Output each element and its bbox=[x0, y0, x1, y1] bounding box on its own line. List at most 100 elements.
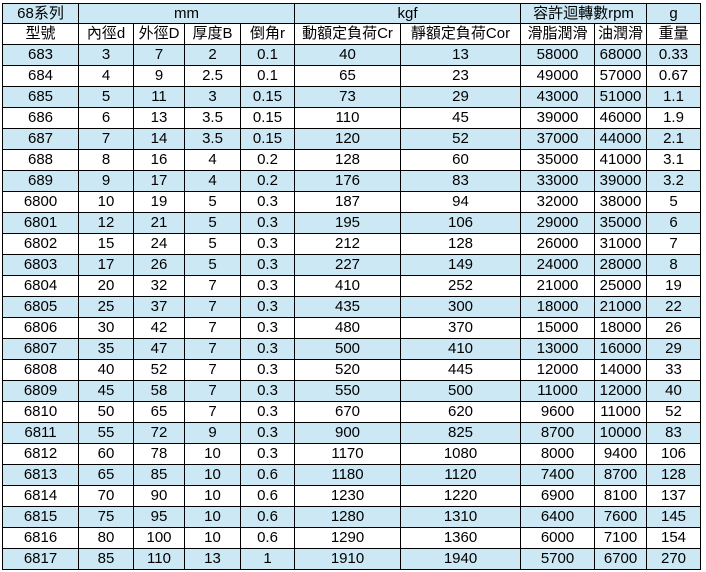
cell-model: 686 bbox=[2, 107, 79, 129]
cell-oil-speed: 31000 bbox=[594, 233, 647, 255]
cell-chamfer: 0.15 bbox=[240, 107, 295, 129]
cell-model: 6807 bbox=[2, 338, 79, 360]
table-row: 6816 80 100 10 0.6 1290 1360 6000 7100 154 bbox=[2, 527, 701, 549]
cell-inner-diameter: 25 bbox=[78, 296, 134, 318]
cell-weight: 5 bbox=[646, 191, 701, 213]
cell-dynamic-load: 110 bbox=[294, 107, 401, 129]
column-header-inner-diameter: 內徑d bbox=[78, 23, 134, 45]
cell-outer-diameter: 95 bbox=[133, 506, 185, 528]
cell-model: 6813 bbox=[2, 464, 79, 486]
cell-grease-speed: 35000 bbox=[520, 149, 595, 171]
cell-grease-speed: 33000 bbox=[520, 170, 595, 192]
cell-model: 6808 bbox=[2, 359, 79, 381]
cell-inner-diameter: 50 bbox=[78, 401, 134, 423]
cell-dynamic-load: 1290 bbox=[294, 527, 401, 549]
cell-outer-diameter: 37 bbox=[133, 296, 185, 318]
cell-static-load: 13 bbox=[400, 44, 521, 66]
table-row: 6802 15 24 5 0.3 212 128 26000 31000 7 bbox=[2, 233, 701, 255]
cell-oil-speed: 46000 bbox=[594, 107, 647, 129]
cell-grease-speed: 12000 bbox=[520, 359, 595, 381]
cell-oil-speed: 8100 bbox=[594, 485, 647, 507]
cell-chamfer: 0.3 bbox=[240, 233, 295, 255]
cell-weight: 52 bbox=[646, 401, 701, 423]
cell-weight: 1.1 bbox=[646, 86, 701, 108]
cell-static-load: 445 bbox=[400, 359, 521, 381]
cell-oil-speed: 11000 bbox=[594, 401, 647, 423]
cell-inner-diameter: 10 bbox=[78, 191, 134, 213]
cell-oil-speed: 44000 bbox=[594, 128, 647, 150]
cell-grease-speed: 37000 bbox=[520, 128, 595, 150]
cell-chamfer: 0.15 bbox=[240, 86, 295, 108]
cell-weight: 0.67 bbox=[646, 65, 701, 87]
cell-dynamic-load: 227 bbox=[294, 254, 401, 276]
cell-chamfer: 0.3 bbox=[240, 275, 295, 297]
cell-thickness: 13 bbox=[184, 548, 241, 570]
cell-weight: 19 bbox=[646, 275, 701, 297]
table-row: 6814 70 90 10 0.6 1230 1220 6900 8100 137 bbox=[2, 485, 701, 507]
cell-grease-speed: 21000 bbox=[520, 275, 595, 297]
cell-weight: 6 bbox=[646, 212, 701, 234]
cell-static-load: 825 bbox=[400, 422, 521, 444]
cell-outer-diameter: 24 bbox=[133, 233, 185, 255]
cell-outer-diameter: 21 bbox=[133, 212, 185, 234]
cell-oil-speed: 18000 bbox=[594, 317, 647, 339]
cell-thickness: 4 bbox=[184, 149, 241, 171]
table-row: 684 4 9 2.5 0.1 65 23 49000 57000 0.67 bbox=[2, 65, 701, 87]
cell-grease-speed: 6400 bbox=[520, 506, 595, 528]
cell-grease-speed: 13000 bbox=[520, 338, 595, 360]
cell-dynamic-load: 670 bbox=[294, 401, 401, 423]
cell-chamfer: 0.3 bbox=[240, 380, 295, 402]
column-header-grease-speed: 滑脂潤滑 bbox=[520, 23, 595, 45]
cell-grease-speed: 9600 bbox=[520, 401, 595, 423]
cell-outer-diameter: 110 bbox=[133, 548, 185, 570]
cell-inner-diameter: 12 bbox=[78, 212, 134, 234]
cell-weight: 7 bbox=[646, 233, 701, 255]
cell-weight: 33 bbox=[646, 359, 701, 381]
cell-dynamic-load: 65 bbox=[294, 65, 401, 87]
cell-thickness: 10 bbox=[184, 485, 241, 507]
cell-outer-diameter: 32 bbox=[133, 275, 185, 297]
cell-inner-diameter: 55 bbox=[78, 422, 134, 444]
cell-chamfer: 0.3 bbox=[240, 443, 295, 465]
cell-grease-speed: 39000 bbox=[520, 107, 595, 129]
cell-dynamic-load: 120 bbox=[294, 128, 401, 150]
cell-outer-diameter: 13 bbox=[133, 107, 185, 129]
cell-grease-speed: 26000 bbox=[520, 233, 595, 255]
table-row: 6803 17 26 5 0.3 227 149 24000 28000 8 bbox=[2, 254, 701, 276]
table-row: 6809 45 58 7 0.3 550 500 11000 12000 40 bbox=[2, 380, 701, 402]
column-header-static-load: 靜額定負荷Cor bbox=[400, 23, 521, 45]
cell-oil-speed: 38000 bbox=[594, 191, 647, 213]
cell-oil-speed: 6700 bbox=[594, 548, 647, 570]
cell-thickness: 5 bbox=[184, 212, 241, 234]
table-row: 6815 75 95 10 0.6 1280 1310 6400 7600 145 bbox=[2, 506, 701, 528]
cell-inner-diameter: 40 bbox=[78, 359, 134, 381]
cell-model: 6814 bbox=[2, 485, 79, 507]
cell-inner-diameter: 20 bbox=[78, 275, 134, 297]
cell-dynamic-load: 1280 bbox=[294, 506, 401, 528]
cell-outer-diameter: 9 bbox=[133, 65, 185, 87]
cell-weight: 29 bbox=[646, 338, 701, 360]
cell-inner-diameter: 7 bbox=[78, 128, 134, 150]
cell-weight: 270 bbox=[646, 548, 701, 570]
cell-oil-speed: 9400 bbox=[594, 443, 647, 465]
cell-weight: 3.1 bbox=[646, 149, 701, 171]
cell-thickness: 2 bbox=[184, 44, 241, 66]
cell-static-load: 1310 bbox=[400, 506, 521, 528]
cell-static-load: 300 bbox=[400, 296, 521, 318]
cell-model: 6806 bbox=[2, 317, 79, 339]
cell-dynamic-load: 40 bbox=[294, 44, 401, 66]
cell-outer-diameter: 85 bbox=[133, 464, 185, 486]
table-row: 6806 30 42 7 0.3 480 370 15000 18000 26 bbox=[2, 317, 701, 339]
cell-dynamic-load: 1170 bbox=[294, 443, 401, 465]
cell-grease-speed: 58000 bbox=[520, 44, 595, 66]
cell-chamfer: 0.6 bbox=[240, 506, 295, 528]
cell-chamfer: 0.3 bbox=[240, 317, 295, 339]
cell-grease-speed: 8700 bbox=[520, 422, 595, 444]
cell-static-load: 620 bbox=[400, 401, 521, 423]
cell-static-load: 29 bbox=[400, 86, 521, 108]
cell-chamfer: 0.3 bbox=[240, 359, 295, 381]
cell-static-load: 370 bbox=[400, 317, 521, 339]
cell-thickness: 4 bbox=[184, 170, 241, 192]
cell-weight: 137 bbox=[646, 485, 701, 507]
cell-oil-speed: 41000 bbox=[594, 149, 647, 171]
